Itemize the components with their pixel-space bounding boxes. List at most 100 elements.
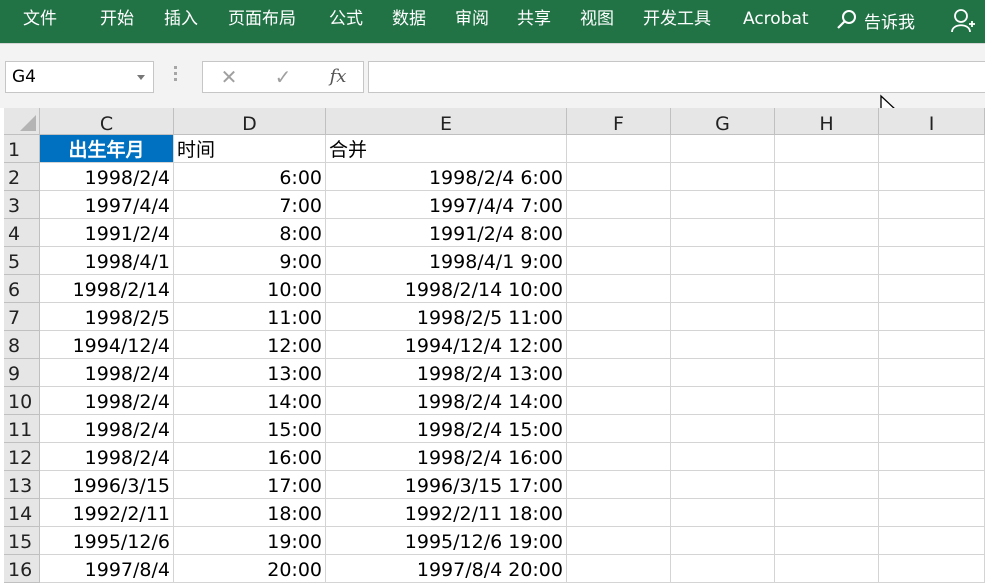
row-header[interactable]: 16: [4, 555, 40, 583]
cell-e2[interactable]: 1998/2/4 6:00: [326, 163, 567, 191]
cell-d12[interactable]: 16:00: [174, 443, 326, 471]
cell-f1[interactable]: [567, 135, 671, 163]
row-header[interactable]: 6: [4, 275, 40, 303]
row-header[interactable]: 3: [4, 191, 40, 219]
cell-c13[interactable]: 1996/3/15: [40, 471, 174, 499]
cell-i9[interactable]: [879, 359, 985, 387]
cell-f13[interactable]: [567, 471, 671, 499]
cell-h14[interactable]: [775, 499, 879, 527]
account-icon[interactable]: [950, 8, 976, 34]
row-header[interactable]: 10: [4, 387, 40, 415]
cell-e5[interactable]: 1998/4/1 9:00: [326, 247, 567, 275]
cell-g10[interactable]: [671, 387, 775, 415]
select-all-button[interactable]: [4, 108, 40, 135]
cell-c6[interactable]: 1998/2/14: [40, 275, 174, 303]
cell-g11[interactable]: [671, 415, 775, 443]
row-header[interactable]: 4: [4, 219, 40, 247]
cell-c3[interactable]: 1997/4/4: [40, 191, 174, 219]
cell-f14[interactable]: [567, 499, 671, 527]
resize-handle[interactable]: [174, 66, 178, 84]
cell-h11[interactable]: [775, 415, 879, 443]
chevron-down-icon[interactable]: [137, 75, 145, 80]
cell-e6[interactable]: 1998/2/14 10:00: [326, 275, 567, 303]
row-header[interactable]: 13: [4, 471, 40, 499]
cell-h3[interactable]: [775, 191, 879, 219]
cell-c5[interactable]: 1998/4/1: [40, 247, 174, 275]
cell-e9[interactable]: 1998/2/4 13:00: [326, 359, 567, 387]
cell-f10[interactable]: [567, 387, 671, 415]
row-header[interactable]: 2: [4, 163, 40, 191]
cell-f2[interactable]: [567, 163, 671, 191]
cell-c16[interactable]: 1997/8/4: [40, 555, 174, 583]
cell-i10[interactable]: [879, 387, 985, 415]
cell-c2[interactable]: 1998/2/4: [40, 163, 174, 191]
cell-f11[interactable]: [567, 415, 671, 443]
cell-h1[interactable]: [775, 135, 879, 163]
row-header[interactable]: 15: [4, 527, 40, 555]
cell-d14[interactable]: 18:00: [174, 499, 326, 527]
cell-i1[interactable]: [879, 135, 985, 163]
column-header-d[interactable]: D: [174, 108, 326, 135]
cell-g13[interactable]: [671, 471, 775, 499]
cell-g9[interactable]: [671, 359, 775, 387]
cell-f7[interactable]: [567, 303, 671, 331]
cell-c15[interactable]: 1995/12/6: [40, 527, 174, 555]
cell-i3[interactable]: [879, 191, 985, 219]
cell-c10[interactable]: 1998/2/4: [40, 387, 174, 415]
cell-e13[interactable]: 1996/3/15 17:00: [326, 471, 567, 499]
cell-g3[interactable]: [671, 191, 775, 219]
cell-f6[interactable]: [567, 275, 671, 303]
insert-function-button[interactable]: fx: [323, 62, 353, 92]
formula-input[interactable]: [368, 61, 985, 93]
cell-h5[interactable]: [775, 247, 879, 275]
cell-d15[interactable]: 19:00: [174, 527, 326, 555]
cell-f4[interactable]: [567, 219, 671, 247]
row-header[interactable]: 7: [4, 303, 40, 331]
column-header-e[interactable]: E: [326, 108, 567, 135]
cell-i7[interactable]: [879, 303, 985, 331]
tab-share[interactable]: 共享: [517, 0, 551, 40]
cell-g5[interactable]: [671, 247, 775, 275]
cell-f8[interactable]: [567, 331, 671, 359]
cell-h7[interactable]: [775, 303, 879, 331]
cell-e10[interactable]: 1998/2/4 14:00: [326, 387, 567, 415]
row-header[interactable]: 12: [4, 443, 40, 471]
row-header[interactable]: 9: [4, 359, 40, 387]
cell-f9[interactable]: [567, 359, 671, 387]
tab-formulas[interactable]: 公式: [329, 0, 363, 40]
cell-f3[interactable]: [567, 191, 671, 219]
cell-i15[interactable]: [879, 527, 985, 555]
cell-h4[interactable]: [775, 219, 879, 247]
cell-f12[interactable]: [567, 443, 671, 471]
cell-e15[interactable]: 1995/12/6 19:00: [326, 527, 567, 555]
cell-h12[interactable]: [775, 443, 879, 471]
cell-c8[interactable]: 1994/12/4: [40, 331, 174, 359]
cell-g1[interactable]: [671, 135, 775, 163]
cell-i5[interactable]: [879, 247, 985, 275]
cell-d1[interactable]: 时间: [174, 135, 326, 163]
cell-c4[interactable]: 1991/2/4: [40, 219, 174, 247]
tab-home[interactable]: 开始: [100, 0, 134, 40]
row-header[interactable]: 8: [4, 331, 40, 359]
cell-d10[interactable]: 14:00: [174, 387, 326, 415]
cell-h15[interactable]: [775, 527, 879, 555]
cell-c14[interactable]: 1992/2/11: [40, 499, 174, 527]
cell-d4[interactable]: 8:00: [174, 219, 326, 247]
cell-d2[interactable]: 6:00: [174, 163, 326, 191]
cell-i6[interactable]: [879, 275, 985, 303]
worksheet-grid[interactable]: C D E F G H I 1 出生年月 时间 合并 2 1998/2/4 6:00 1998…: [0, 108, 985, 583]
cell-g4[interactable]: [671, 219, 775, 247]
cell-e14[interactable]: 1992/2/11 18:00: [326, 499, 567, 527]
tab-developer[interactable]: 开发工具: [643, 0, 711, 40]
tab-view[interactable]: 视图: [580, 0, 614, 40]
cell-g7[interactable]: [671, 303, 775, 331]
cell-i4[interactable]: [879, 219, 985, 247]
cancel-icon[interactable]: ✕: [217, 62, 241, 92]
cell-i12[interactable]: [879, 443, 985, 471]
cell-i2[interactable]: [879, 163, 985, 191]
row-header[interactable]: 11: [4, 415, 40, 443]
cell-e7[interactable]: 1998/2/5 11:00: [326, 303, 567, 331]
cell-g8[interactable]: [671, 331, 775, 359]
cell-f16[interactable]: [567, 555, 671, 583]
name-box[interactable]: G4: [5, 61, 154, 93]
